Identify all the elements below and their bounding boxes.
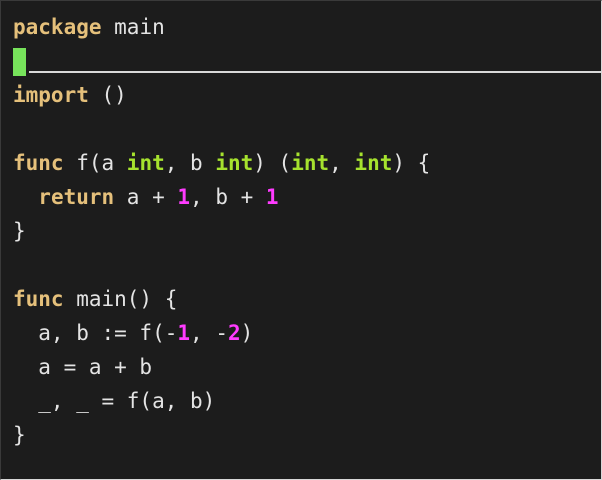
code-token: 2 — [227, 321, 241, 345]
code-token: } — [13, 423, 26, 447]
code-token: , - — [190, 321, 228, 345]
code-token: main — [101, 15, 165, 39]
code-line: _, _ = f(a, b) — [13, 384, 430, 418]
code-editor[interactable]: package main import () func f(a int, b int… — [13, 10, 430, 452]
code-line: import () — [13, 78, 430, 112]
code-token: int — [291, 151, 330, 175]
code-line: a = a + b — [13, 350, 430, 384]
code-token: 1 — [265, 185, 279, 209]
code-token: f(a — [63, 151, 127, 175]
code-token: , — [329, 151, 355, 175]
code-token: int — [126, 151, 165, 175]
code-token: func — [13, 151, 64, 175]
code-token: a = a + b — [13, 355, 153, 379]
code-line — [13, 44, 430, 78]
code-token: int — [354, 151, 393, 175]
code-token: ) { — [392, 151, 431, 175]
code-token: _, _ = f(a, b) — [13, 389, 216, 413]
terminal-window: package main import () func f(a int, b int… — [0, 0, 602, 480]
code-token: a, b := f(- — [13, 321, 178, 345]
code-token: a + — [114, 185, 178, 209]
code-line: return a + 1, b + 1 — [13, 180, 430, 214]
code-token: , b + — [190, 185, 266, 209]
code-token: return — [38, 185, 115, 209]
code-token: package — [13, 15, 102, 39]
code-token: import — [13, 83, 89, 107]
code-token: } — [13, 219, 26, 243]
code-line: } — [13, 214, 430, 248]
code-token: func — [13, 287, 64, 311]
code-line: func main() { — [13, 282, 430, 316]
code-token: int — [215, 151, 254, 175]
code-token: 1 — [177, 185, 191, 209]
code-token: main() { — [63, 287, 178, 311]
code-line: package main — [13, 10, 430, 44]
code-line: a, b := f(-1, -2) — [13, 316, 430, 350]
code-token: () — [88, 83, 127, 107]
code-line: } — [13, 418, 430, 452]
code-token: ) ( — [253, 151, 292, 175]
code-token: , b — [164, 151, 216, 175]
code-token: 1 — [177, 321, 191, 345]
code-token: ) — [240, 321, 254, 345]
code-line: func f(a int, b int) (int, int) { — [13, 146, 430, 180]
text-cursor — [13, 48, 26, 76]
